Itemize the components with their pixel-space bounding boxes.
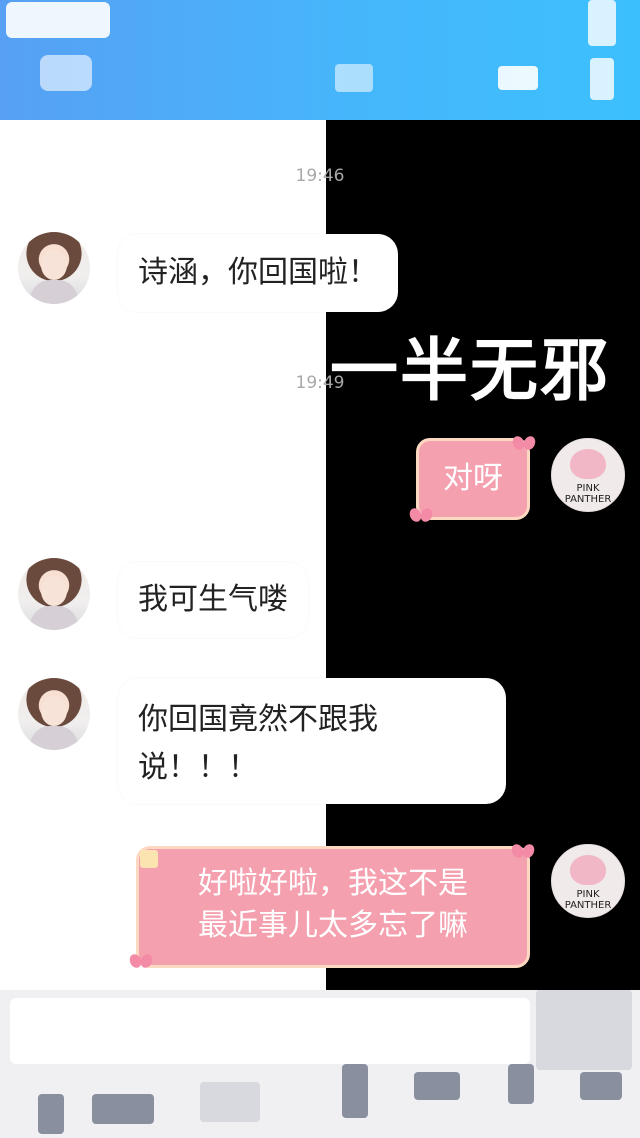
puzzle-decoration <box>508 1064 534 1104</box>
contact-avatar[interactable] <box>18 232 90 304</box>
pink-panther-icon <box>570 449 606 479</box>
message-text-line: 最近事儿太多忘了嘛 <box>198 908 468 943</box>
message-bubble[interactable]: 我可生气喽 <box>118 562 308 638</box>
puzzle-decoration <box>200 1082 260 1122</box>
bow-decoration <box>512 844 534 860</box>
input-area <box>0 990 640 1138</box>
puzzle-decoration <box>588 0 616 46</box>
puzzle-decoration <box>6 2 110 38</box>
puzzle-decoration <box>580 1072 622 1100</box>
message-text: 我可生气喽 <box>138 582 288 617</box>
header-bar <box>0 0 640 120</box>
my-avatar[interactable]: PINK PANTHER <box>551 844 625 918</box>
avatar-label: PINK PANTHER <box>564 889 612 911</box>
message-input[interactable] <box>10 998 530 1064</box>
sticker-message-bubble[interactable]: 好啦好啦，我这不是 最近事儿太多忘了嘛 <box>136 846 530 968</box>
message-text: 诗涵，你回国啦！ <box>138 255 378 290</box>
my-avatar[interactable]: PINK PANTHER <box>551 438 625 512</box>
message-bubble[interactable]: 诗涵，你回国啦！ <box>118 234 398 312</box>
avatar-label: PINK PANTHER <box>564 483 612 505</box>
message-text-line: 你回国竟然不跟我 <box>138 702 378 737</box>
contact-avatar[interactable] <box>18 678 90 750</box>
message-bubble[interactable]: 你回国竟然不跟我 说！！！ <box>118 678 506 804</box>
message-text-line: 说！！！ <box>138 750 258 785</box>
corner-decoration <box>140 850 158 868</box>
message-text-line: 好啦好啦，我这不是 <box>198 866 468 901</box>
bow-decoration <box>130 954 152 970</box>
puzzle-decoration <box>335 64 373 92</box>
avatar-face <box>41 250 67 280</box>
puzzle-decoration <box>40 55 92 91</box>
background-watermark-text: 一半无邪 <box>330 332 611 411</box>
avatar-face <box>41 696 67 726</box>
puzzle-decoration <box>498 66 538 90</box>
avatar-figure <box>30 606 78 630</box>
bow-decoration <box>410 508 432 524</box>
bow-decoration <box>513 436 535 452</box>
avatar-figure <box>30 280 78 304</box>
puzzle-decoration <box>38 1094 64 1134</box>
timestamp: 19:46 <box>295 166 345 186</box>
contact-avatar[interactable] <box>18 558 90 630</box>
puzzle-decoration <box>414 1072 460 1100</box>
avatar-face <box>41 576 67 606</box>
puzzle-decoration <box>342 1064 368 1118</box>
puzzle-decoration <box>536 990 632 1070</box>
puzzle-decoration <box>92 1094 154 1124</box>
pink-panther-icon <box>570 855 606 885</box>
puzzle-decoration <box>590 58 614 100</box>
avatar-figure <box>30 726 78 750</box>
message-text: 对呀 <box>443 461 503 496</box>
timestamp: 19:49 <box>295 373 345 393</box>
